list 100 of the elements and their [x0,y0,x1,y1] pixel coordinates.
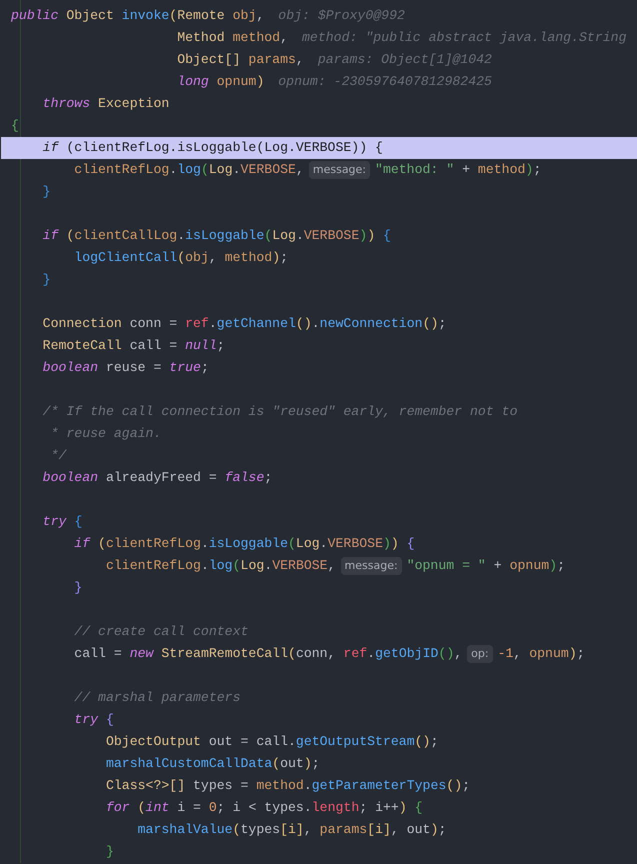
code-token: ) [272,249,280,268]
code-token: . [177,227,186,246]
code-token: opnum [529,645,569,664]
code-comment: */ [50,447,66,466]
code-token: , [208,249,218,268]
code-token: + [492,557,503,576]
code-keyword: boolean [42,469,98,488]
code-keyword: try [42,513,66,532]
code-comment: /* If the call connection is "reused" early, remember not to [42,403,518,422]
string-literal: "opnum = " [406,557,486,576]
code-token: alreadyFreed = [104,469,218,488]
code-token: } [42,183,51,202]
code-token: Connection [42,315,122,334]
code-token: { [406,535,415,554]
code-token: opnum [510,557,550,576]
code-token: } [104,843,114,862]
code-token: out = call. [208,733,296,752]
code-token: ; i < types. [216,799,312,818]
code-token: obj [232,7,256,26]
code-token: Remote [177,7,225,26]
code-keyword: if [42,227,58,246]
code-token: StreamRemoteCall [160,645,288,664]
code-token: clientRefLog [106,535,201,554]
code-token: isLoggable [185,227,264,246]
code-token: newConnection [320,315,423,334]
code-comment: // create call context [73,623,248,642]
code-token: Log [240,557,264,576]
code-token: . [200,535,209,554]
code-token: ; i++ [359,799,399,818]
code-token: { [104,711,114,730]
parameter-hint: op: [467,644,493,664]
code-token: ) [549,557,558,576]
code-token: Exception [97,95,170,114]
code-token: () [414,733,430,752]
code-token: marshalCustomCallData [104,755,272,774]
inline-value-hint: params: Object[1]@1042 [318,51,492,70]
code-token: , out [390,821,430,840]
code-token: ) [256,73,264,92]
code-token: ( [288,645,296,664]
code-token: , [296,161,304,180]
code-token: getOutputStream [296,733,415,752]
code-token: VERBOSE [240,161,296,180]
code-token: . [296,227,304,246]
code-token: , [454,645,462,664]
code-keyword: true [169,359,201,378]
code-token: () [446,777,462,796]
code-keyword: public [11,7,58,26]
code-token: . [169,161,178,180]
code-token: + [461,161,471,180]
code-token: isLoggable [208,535,288,554]
code-token: Log [272,227,296,246]
code-token: logClientCall [73,249,178,268]
code-keyword: long [176,73,209,92]
code-token: getChannel [216,315,296,334]
code-token: () [438,645,454,664]
code-keyword: if [73,535,90,554]
code-token: ( [232,821,241,840]
parameter-hint: message: [340,556,402,576]
code-token: ( [97,535,106,554]
code-token: clientRefLog [104,557,201,576]
code-token: ) [525,161,534,180]
code-comment: * reuse again. [50,425,162,444]
code-token: method [256,777,304,796]
code-token: out [280,755,304,774]
code-token: ; [462,777,470,796]
code-keyword: boolean [42,359,98,378]
code-token: conn, [296,645,337,664]
code-token: ) [390,535,399,554]
code-token: VERBOSE [272,557,328,576]
code-token: call = [73,645,123,664]
code-token: { [382,227,391,246]
code-token: opnum [216,73,256,92]
code-token: , [256,7,264,26]
code-token: ref [343,645,368,664]
code-keyword: new [130,645,154,664]
code-token: conn = [128,315,178,334]
code-token: marshalValue [136,821,233,840]
code-token: ; [438,821,446,840]
string-literal: "method: " [375,161,454,180]
code-token: , [304,821,313,840]
code-token: types [240,821,280,840]
code-token: () [296,315,312,334]
code-token: i = [176,799,202,818]
code-token: ) [398,799,407,818]
code-token: ; [264,469,272,488]
code-token: . [312,315,320,334]
code-token: ) [383,535,391,554]
code-token: getObjID [375,645,438,664]
code-token: ) [367,227,376,246]
code-token: -1 [498,645,514,664]
code-token: (clientRefLog.isLoggable(Log.VERBOSE)) { [65,139,383,158]
code-token: call = [128,337,178,356]
code-token: ( [177,249,186,268]
code-token: , [280,29,288,48]
code-token: Object[] [176,51,240,70]
code-token: , [513,645,522,664]
code-token: } [73,579,82,598]
code-token: invoke [120,7,170,26]
code-token: Class<?>[] [104,777,186,796]
code-token: , [328,557,336,576]
